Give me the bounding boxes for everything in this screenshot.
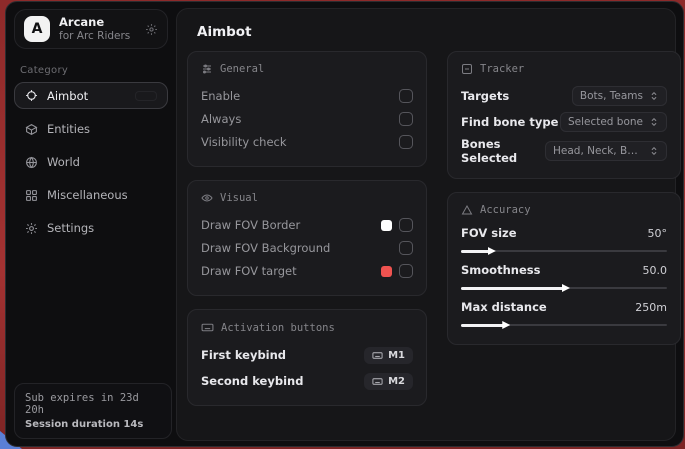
first-keybind-button[interactable]: M1 bbox=[364, 347, 413, 364]
smoothness-slider[interactable] bbox=[461, 284, 667, 292]
panel-title: Tracker bbox=[480, 63, 524, 75]
slider-thumb[interactable] bbox=[488, 247, 496, 255]
sidebar-item-settings[interactable]: Settings bbox=[14, 215, 168, 241]
sliders-icon bbox=[201, 63, 213, 75]
setting-row-find-bone-type: Find bone type Selected bone bbox=[461, 111, 667, 133]
panel-accuracy: Accuracy FOV size 50° bbox=[447, 192, 681, 345]
setting-row-second-keybind: Second keybind M2 bbox=[201, 370, 413, 392]
keyboard-icon bbox=[372, 350, 383, 361]
chevrons-up-down-icon bbox=[649, 146, 659, 156]
app-name: Arcane bbox=[59, 15, 136, 29]
aimbot-keybind-hint bbox=[135, 91, 157, 101]
fov-background-checkbox[interactable] bbox=[399, 241, 413, 255]
subscription-info: Sub expires in 23d 20h Session duration … bbox=[14, 383, 172, 439]
fov-border-color-swatch[interactable] bbox=[381, 220, 392, 231]
page-title: Aimbot bbox=[197, 24, 675, 40]
setting-row-targets: Targets Bots, Teams bbox=[461, 85, 667, 107]
find-bone-type-dropdown[interactable]: Selected bone bbox=[560, 112, 667, 132]
gear-icon bbox=[24, 222, 38, 235]
sidebar-item-label: Aimbot bbox=[47, 89, 88, 103]
fov-target-color-swatch[interactable] bbox=[381, 266, 392, 277]
slider-thumb[interactable] bbox=[562, 284, 570, 292]
smoothness-value: 50.0 bbox=[643, 264, 668, 277]
fov-target-checkbox[interactable] bbox=[399, 264, 413, 278]
sidebar: A Arcane for Arc Riders Category bbox=[6, 2, 176, 446]
sub-expiry-text: Sub expires in 23d 20h bbox=[25, 392, 161, 416]
app-logo: A bbox=[24, 16, 50, 42]
max-distance-slider[interactable] bbox=[461, 321, 667, 329]
setting-row-smoothness: Smoothness 50.0 bbox=[461, 263, 667, 292]
globe-icon bbox=[24, 156, 38, 169]
panel-tracker: Tracker Targets Bots, Teams bbox=[447, 51, 681, 179]
targets-dropdown[interactable]: Bots, Teams bbox=[572, 86, 667, 106]
panel-general: General Enable Always Visibility check bbox=[187, 51, 427, 167]
sidebar-nav: Aimbot Entities World bbox=[6, 82, 176, 244]
panel-title: General bbox=[220, 63, 264, 75]
brand-card: A Arcane for Arc Riders bbox=[14, 9, 168, 49]
bones-selected-dropdown[interactable]: Head, Neck, Body, Fe... bbox=[545, 141, 667, 161]
main-content: Aimbot General bbox=[176, 8, 676, 441]
fov-size-value: 50° bbox=[648, 227, 668, 240]
setting-row-always: Always bbox=[201, 108, 413, 130]
sidebar-item-entities[interactable]: Entities bbox=[14, 116, 168, 142]
triangle-icon bbox=[461, 204, 473, 216]
fov-border-checkbox[interactable] bbox=[399, 218, 413, 232]
app-window: A Arcane for Arc Riders Category bbox=[5, 1, 684, 447]
chevrons-up-down-icon bbox=[649, 117, 659, 127]
grid-icon bbox=[24, 189, 38, 202]
always-checkbox[interactable] bbox=[399, 112, 413, 126]
sidebar-item-label: World bbox=[47, 155, 80, 169]
panel-visual: Visual Draw FOV Border Draw FOV Backgrou… bbox=[187, 180, 427, 296]
panel-title: Activation buttons bbox=[221, 322, 335, 334]
setting-row-first-keybind: First keybind M1 bbox=[201, 344, 413, 366]
keyboard-icon bbox=[372, 376, 383, 387]
slider-thumb[interactable] bbox=[502, 321, 510, 329]
setting-row-fov-background: Draw FOV Background bbox=[201, 237, 413, 259]
max-distance-value: 250m bbox=[635, 301, 667, 314]
sidebar-item-aimbot[interactable]: Aimbot bbox=[14, 82, 168, 109]
setting-row-fov-target: Draw FOV target bbox=[201, 260, 413, 282]
fov-size-slider[interactable] bbox=[461, 247, 667, 255]
visibility-check-checkbox[interactable] bbox=[399, 135, 413, 149]
gear-icon[interactable] bbox=[145, 23, 158, 36]
session-duration-text: Session duration 14s bbox=[25, 419, 161, 430]
keyboard-icon bbox=[201, 321, 214, 334]
panel-title: Visual bbox=[220, 192, 258, 204]
app-subtitle: for Arc Riders bbox=[59, 30, 136, 43]
sidebar-item-label: Miscellaneous bbox=[47, 188, 128, 202]
panel-activation-buttons: Activation buttons First keybind bbox=[187, 309, 427, 406]
setting-row-enable: Enable bbox=[201, 85, 413, 107]
enable-checkbox[interactable] bbox=[399, 89, 413, 103]
setting-row-fov-border: Draw FOV Border bbox=[201, 214, 413, 236]
second-keybind-button[interactable]: M2 bbox=[364, 373, 413, 390]
sidebar-item-miscellaneous[interactable]: Miscellaneous bbox=[14, 182, 168, 208]
category-label: Category bbox=[20, 65, 176, 76]
tracker-icon bbox=[461, 63, 473, 75]
setting-row-fov-size: FOV size 50° bbox=[461, 226, 667, 255]
entities-icon bbox=[24, 123, 38, 136]
setting-row-max-distance: Max distance 250m bbox=[461, 300, 667, 329]
chevrons-up-down-icon bbox=[649, 91, 659, 101]
setting-row-bones-selected: Bones Selected Head, Neck, Body, Fe... bbox=[461, 137, 667, 165]
eye-icon bbox=[201, 192, 213, 204]
sidebar-item-world[interactable]: World bbox=[14, 149, 168, 175]
crosshair-icon bbox=[24, 89, 38, 102]
sidebar-item-label: Entities bbox=[47, 122, 90, 136]
sidebar-item-label: Settings bbox=[47, 221, 94, 235]
panel-title: Accuracy bbox=[480, 204, 531, 216]
setting-row-visibility-check: Visibility check bbox=[201, 131, 413, 153]
